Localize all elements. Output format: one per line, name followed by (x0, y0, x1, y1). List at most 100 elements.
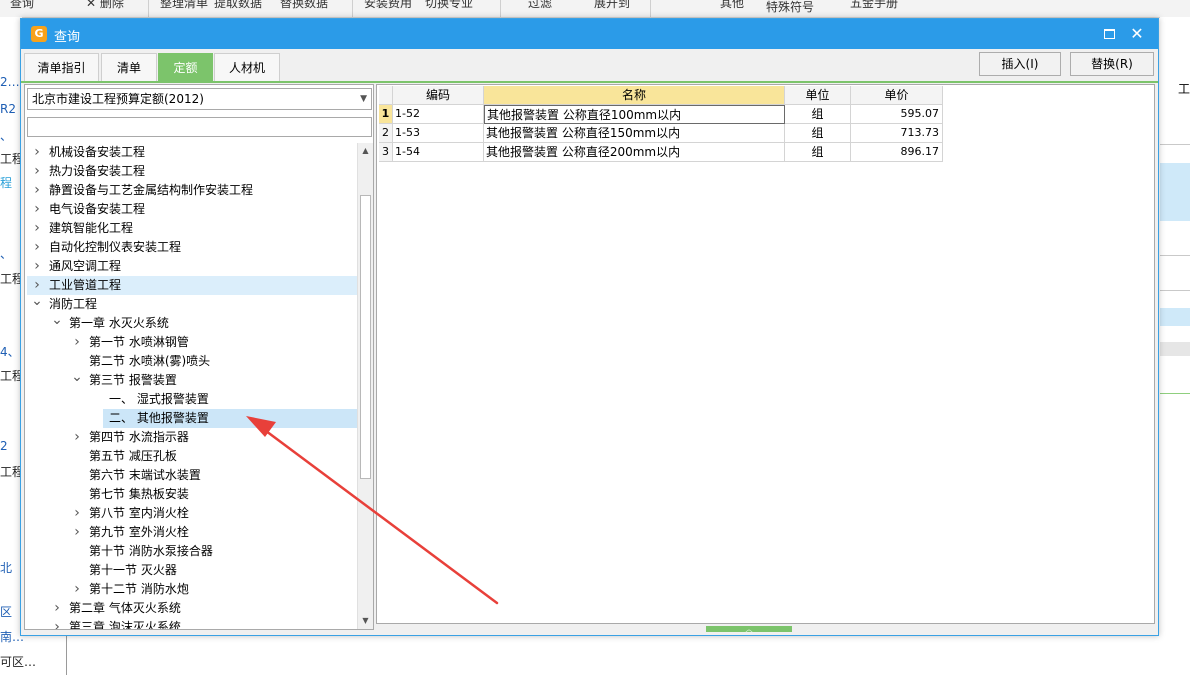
bg-toolbar-install-fee[interactable]: 安装费用 (364, 0, 412, 11)
tree-node[interactable]: 二、 其他报警装置 (103, 409, 357, 428)
quota-code-cell[interactable]: 1-54 (393, 143, 484, 162)
bg-toolbar-special-symbol[interactable]: 特殊符号 (766, 0, 814, 15)
bg-toolbar-switch-major[interactable]: 切换专业 (425, 0, 473, 11)
quota-unit-cell[interactable]: 组 (785, 143, 851, 162)
quota-code-cell[interactable]: 1-52 (393, 105, 484, 124)
bg-toolbar-separator (500, 0, 501, 17)
chevron-right-icon[interactable]: › (51, 618, 63, 629)
maximize-button[interactable] (1099, 24, 1119, 44)
grid-column-header[interactable]: 单价 (851, 86, 943, 105)
quota-price-cell[interactable]: 896.17 (851, 143, 943, 162)
bg-left-text: 工程 (0, 152, 22, 166)
bg-toolbar-organize[interactable]: 整理清单 (160, 0, 208, 11)
bg-toolbar-hardware-manual[interactable]: 五金手册 (850, 0, 898, 11)
tree-node-label: 自动化控制仪表安装工程 (49, 240, 182, 254)
tree-filter-input[interactable] (27, 117, 372, 137)
chevron-down-icon[interactable]: ⌄ (71, 370, 83, 390)
grid-column-header[interactable]: 单位 (785, 86, 851, 105)
quota-name-cell[interactable]: 其他报警装置 公称直径100mm以内 (484, 105, 785, 124)
tab-labor-material-machine[interactable]: 人材机 (214, 53, 280, 81)
tree-node[interactable]: › 第九节 室外消火栓 (27, 523, 357, 542)
chevron-right-icon[interactable]: › (51, 599, 63, 618)
chevron-right-icon[interactable]: › (31, 181, 43, 200)
chevron-down-icon[interactable]: ⌄ (51, 313, 63, 333)
tree-node[interactable]: › 第四节 水流指示器 (27, 428, 357, 447)
insert-button[interactable]: 插入(I) (979, 52, 1061, 76)
bg-toolbar-query[interactable]: 查询 (10, 0, 34, 11)
chevron-right-icon[interactable]: › (31, 162, 43, 181)
tree-node[interactable]: › 热力设备安装工程 (27, 162, 357, 181)
bg-toolbar-delete[interactable]: ✕ 删除 (86, 0, 124, 11)
tree-node[interactable]: › 工业管道工程 (27, 276, 357, 295)
scroll-down-icon[interactable]: ▼ (358, 613, 373, 629)
tree-node-label: 第三节 报警装置 (89, 373, 177, 387)
chevron-right-icon[interactable]: › (31, 143, 43, 162)
tab-bill-guide[interactable]: 清单指引 (24, 53, 99, 81)
row-number[interactable]: 2 (379, 124, 393, 143)
tree-node[interactable]: › 通风空调工程 (27, 257, 357, 276)
tree-node[interactable]: › 电气设备安装工程 (27, 200, 357, 219)
tree-node[interactable]: › 第十二节 消防水炮 (27, 580, 357, 599)
bg-left-text: 程 (0, 176, 13, 190)
bg-toolbar-expand-to[interactable]: 展开到 (594, 0, 630, 11)
close-button[interactable]: ✕ (1127, 24, 1147, 44)
tree-node[interactable]: ⌄ 第三节 报警装置 (27, 370, 357, 390)
tree-node[interactable]: 第十一节 灭火器 (27, 561, 357, 580)
row-number[interactable]: 1 (379, 105, 393, 124)
scroll-thumb[interactable] (360, 195, 371, 479)
bg-toolbar-filter[interactable]: 过滤 (528, 0, 552, 11)
tree-node[interactable]: › 自动化控制仪表安装工程 (27, 238, 357, 257)
quota-unit-cell[interactable]: 组 (785, 124, 851, 143)
chevron-right-icon[interactable]: › (31, 200, 43, 219)
tree-node[interactable]: › 静置设备与工艺金属结构制作安装工程 (27, 181, 357, 200)
bg-right-divider (1160, 255, 1190, 256)
tree-node[interactable]: › 第二章 气体灭火系统 (27, 599, 357, 618)
tree-node-label: 第二章 气体灭火系统 (69, 601, 181, 615)
tree-node[interactable]: 第六节 末端试水装置 (27, 466, 357, 485)
tree-node[interactable]: ⌄ 消防工程 (27, 294, 357, 314)
chevron-right-icon[interactable]: › (31, 257, 43, 276)
bg-toolbar-replace-data[interactable]: 替换数据 (280, 0, 328, 11)
scroll-up-icon[interactable]: ▲ (358, 143, 373, 159)
chevron-right-icon[interactable]: › (71, 333, 83, 352)
tab-bill[interactable]: 清单 (101, 53, 157, 81)
row-number[interactable]: 3 (379, 143, 393, 162)
tree-node[interactable]: › 机械设备安装工程 (27, 143, 357, 162)
bg-toolbar-extract[interactable]: 提取数据 (214, 0, 262, 11)
quota-price-cell[interactable]: 713.73 (851, 124, 943, 143)
chevron-right-icon[interactable]: › (31, 219, 43, 238)
chevron-right-icon[interactable]: › (71, 523, 83, 542)
tree-node[interactable]: 第七节 集热板安装 (27, 485, 357, 504)
quota-library-select[interactable]: 北京市建设工程预算定额(2012) ▼ (27, 88, 372, 110)
chevron-right-icon[interactable]: › (71, 504, 83, 523)
tree-node[interactable]: › 第八节 室内消火栓 (27, 504, 357, 523)
dialog-titlebar[interactable]: G 查询 ✕ (21, 19, 1158, 49)
tree-node[interactable]: 第十节 消防水泵接合器 (27, 542, 357, 561)
tree-node[interactable]: › 建筑智能化工程 (27, 219, 357, 238)
chevron-right-icon[interactable]: › (71, 428, 83, 447)
bg-toolbar-other[interactable]: 其他 (720, 0, 744, 11)
chevron-right-icon[interactable]: › (71, 580, 83, 599)
bg-left-text: 、 (0, 247, 13, 261)
tab-quota[interactable]: 定额 (158, 53, 213, 81)
grid-column-header[interactable]: 名称 (484, 86, 785, 105)
replace-button[interactable]: 替换(R) (1070, 52, 1154, 76)
quota-price-cell[interactable]: 595.07 (851, 105, 943, 124)
chevron-down-icon[interactable]: ⌄ (31, 294, 43, 314)
tree-node[interactable]: › 第三章 泡沫灭火系统 (27, 618, 357, 629)
quota-unit-cell[interactable]: 组 (785, 105, 851, 124)
tree-node[interactable]: › 第一节 水喷淋钢管 (27, 333, 357, 352)
tree-node[interactable]: 一、 湿式报警装置 (27, 390, 357, 409)
quota-code-cell[interactable]: 1-53 (393, 124, 484, 143)
tree-node[interactable]: 第五节 减压孔板 (27, 447, 357, 466)
grid-corner-header[interactable] (379, 86, 393, 105)
tree-node[interactable]: ⌄ 第一章 水灭火系统 (27, 313, 357, 333)
bg-toolbar-separator (650, 0, 651, 17)
tree-node-label: 第四节 水流指示器 (89, 430, 189, 444)
grid-column-header[interactable]: 编码 (393, 86, 484, 105)
quota-name-cell[interactable]: 其他报警装置 公称直径200mm以内 (484, 143, 785, 162)
chevron-right-icon[interactable]: › (31, 238, 43, 257)
splitter-handle[interactable]: ︿ (706, 626, 792, 633)
quota-name-cell[interactable]: 其他报警装置 公称直径150mm以内 (484, 124, 785, 143)
tree-vertical-scrollbar[interactable]: ▲ ▼ (357, 143, 373, 629)
